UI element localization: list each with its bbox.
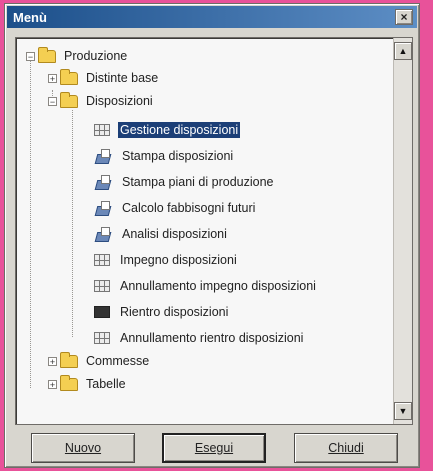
folder-icon (60, 68, 78, 85)
grid-icon (94, 280, 110, 292)
window-title: Menù (13, 9, 47, 25)
collapse-icon[interactable]: − (26, 51, 35, 61)
tree-node-tabelle[interactable]: + Tabelle (48, 374, 128, 394)
expand-icon[interactable]: + (48, 356, 57, 366)
print-icon (94, 226, 112, 242)
vertical-scrollbar[interactable]: ▲ ▼ (393, 38, 412, 424)
tree-item-annullamento-impegno[interactable]: Annullamento impegno disposizioni (94, 276, 318, 296)
tree-item-gestione-disposizioni[interactable]: Gestione disposizioni (94, 120, 241, 140)
tree-item-label: Analisi disposizioni (122, 227, 227, 241)
print-icon (94, 148, 112, 164)
esegui-button[interactable]: Esegui (162, 433, 266, 463)
tree-item-label: Annullamento impegno disposizioni (120, 279, 316, 293)
grid-icon (94, 332, 110, 344)
tree-item-analisi-disposizioni[interactable]: Analisi disposizioni (94, 224, 229, 244)
folder-icon (60, 374, 78, 391)
tree-node-disposizioni[interactable]: − Disposizioni (48, 91, 155, 111)
grid-icon (94, 254, 110, 266)
expand-icon[interactable]: + (48, 379, 57, 389)
tree-item-annullamento-rientro[interactable]: Annullamento rientro disposizioni (94, 328, 305, 348)
print-icon (94, 200, 112, 216)
tree-item-stampa-disposizioni[interactable]: Stampa disposizioni (94, 146, 235, 166)
tree-node-label: Disposizioni (86, 94, 153, 108)
tree-node-label: Distinte base (86, 71, 159, 85)
tree-node-commesse[interactable]: + Commesse (48, 351, 151, 371)
print-icon (94, 174, 112, 190)
folder-icon (60, 351, 78, 368)
tree-item-label: Stampa disposizioni (122, 149, 234, 163)
folder-icon (38, 46, 56, 63)
tree-item-label: Gestione disposizioni (118, 122, 241, 138)
folder-icon (60, 91, 78, 108)
chiudi-button-label: Chiudi (328, 441, 364, 455)
collapse-icon[interactable]: − (48, 96, 57, 106)
tree-item-calcolo-fabbisogni[interactable]: Calcolo fabbisogni futuri (94, 198, 257, 218)
tree-item-label: Calcolo fabbisogni futuri (122, 201, 256, 215)
tree-item-rientro-disposizioni[interactable]: Rientro disposizioni (94, 302, 230, 322)
expand-icon[interactable]: + (48, 73, 57, 83)
tree-item-impegno-disposizioni[interactable]: Impegno disposizioni (94, 250, 239, 270)
nuovo-button[interactable]: Nuovo (31, 433, 135, 463)
tree-item-label: Impegno disposizioni (120, 253, 237, 267)
tree-item-label: Annullamento rientro disposizioni (120, 331, 304, 345)
tree-item-label: Stampa piani di produzione (122, 175, 274, 189)
tree-node-label: Tabelle (86, 377, 126, 391)
dark-grid-icon (94, 306, 110, 318)
scroll-down-icon[interactable]: ▼ (394, 402, 412, 420)
tree-item-stampa-piani[interactable]: Stampa piani di produzione (94, 172, 276, 192)
menu-window: Menù × − Produzione + Distinte base − Di… (4, 3, 420, 468)
tree-node-produzione[interactable]: − Produzione (26, 46, 129, 66)
close-button[interactable]: × (395, 9, 413, 25)
tree-item-label: Rientro disposizioni (120, 305, 229, 319)
tree-node-label: Produzione (64, 49, 128, 63)
esegui-button-label: Esegui (194, 441, 234, 455)
tree-node-distinte-base[interactable]: + Distinte base (48, 68, 160, 88)
scroll-up-icon[interactable]: ▲ (394, 42, 412, 60)
tree-view: − Produzione + Distinte base − Disposizi… (15, 37, 413, 425)
nuovo-button-label: Nuovo (64, 441, 102, 455)
tree-node-label: Commesse (86, 354, 150, 368)
title-bar: Menù × (7, 6, 417, 28)
chiudi-button[interactable]: Chiudi (294, 433, 398, 463)
grid-icon (94, 124, 110, 136)
